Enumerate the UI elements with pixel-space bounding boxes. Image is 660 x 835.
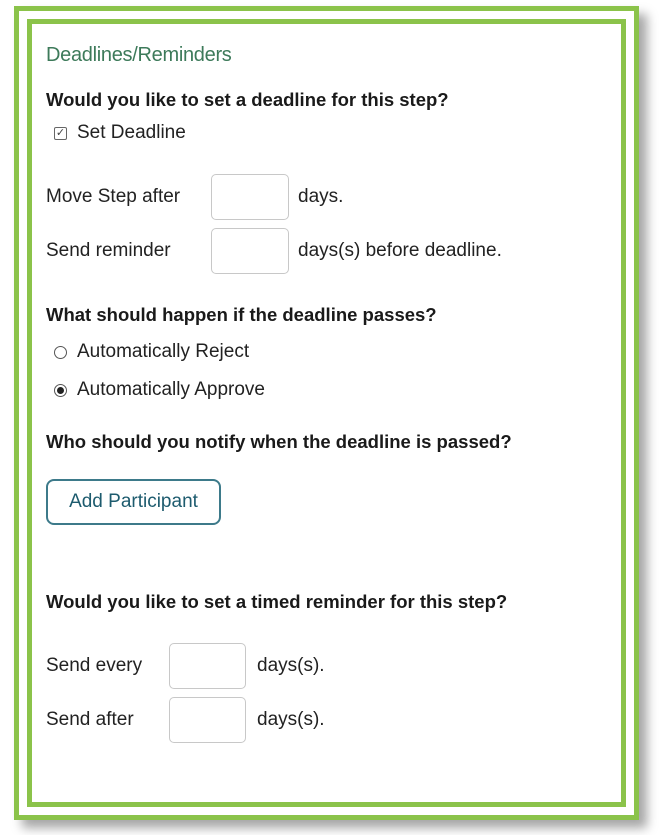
- set-deadline-checkbox-row[interactable]: ✓ Set Deadline: [46, 122, 611, 144]
- settings-panel: Deadlines/Reminders Would you like to se…: [27, 19, 626, 807]
- panel-content: Deadlines/Reminders Would you like to se…: [46, 44, 611, 743]
- send-reminder-unit: days(s) before deadline.: [298, 240, 502, 261]
- send-after-unit: days(s).: [257, 709, 325, 730]
- send-reminder-row: Send reminder days(s) before deadline.: [46, 228, 611, 274]
- outer-frame: Deadlines/Reminders Would you like to se…: [14, 6, 639, 820]
- send-reminder-input[interactable]: [211, 228, 289, 274]
- set-deadline-label: Set Deadline: [77, 122, 186, 143]
- deadline-passes-question: What should happen if the deadline passe…: [46, 304, 437, 325]
- send-every-unit: days(s).: [257, 655, 325, 676]
- timed-reminder-question: Would you like to set a timed reminder f…: [46, 591, 508, 612]
- auto-reject-option[interactable]: Automatically Reject: [46, 341, 611, 363]
- move-step-unit: days.: [298, 186, 344, 207]
- send-reminder-label: Send reminder: [46, 240, 171, 261]
- send-every-input[interactable]: [169, 643, 246, 689]
- notify-question: Who should you notify when the deadline …: [46, 431, 512, 452]
- move-step-input[interactable]: [211, 174, 289, 220]
- section-title: Deadlines/Reminders: [46, 44, 232, 66]
- add-participant-button[interactable]: Add Participant: [46, 479, 221, 525]
- auto-reject-radio[interactable]: [54, 345, 67, 359]
- add-participant-wrap: Add Participant: [46, 479, 611, 525]
- send-after-row: Send after days(s).: [46, 697, 611, 743]
- deadline-question: Would you like to set a deadline for thi…: [46, 89, 449, 110]
- send-after-input[interactable]: [169, 697, 246, 743]
- move-step-row: Move Step after days.: [46, 174, 611, 220]
- auto-approve-label: Automatically Approve: [77, 379, 265, 400]
- auto-approve-option[interactable]: Automatically Approve: [46, 379, 611, 401]
- send-every-row: Send every days(s).: [46, 643, 611, 689]
- auto-reject-label: Automatically Reject: [77, 341, 250, 362]
- set-deadline-checkbox[interactable]: ✓: [54, 126, 67, 140]
- auto-approve-radio[interactable]: [54, 383, 67, 397]
- send-every-label: Send every: [46, 655, 143, 676]
- move-step-label: Move Step after: [46, 186, 181, 207]
- send-after-label: Send after: [46, 709, 134, 730]
